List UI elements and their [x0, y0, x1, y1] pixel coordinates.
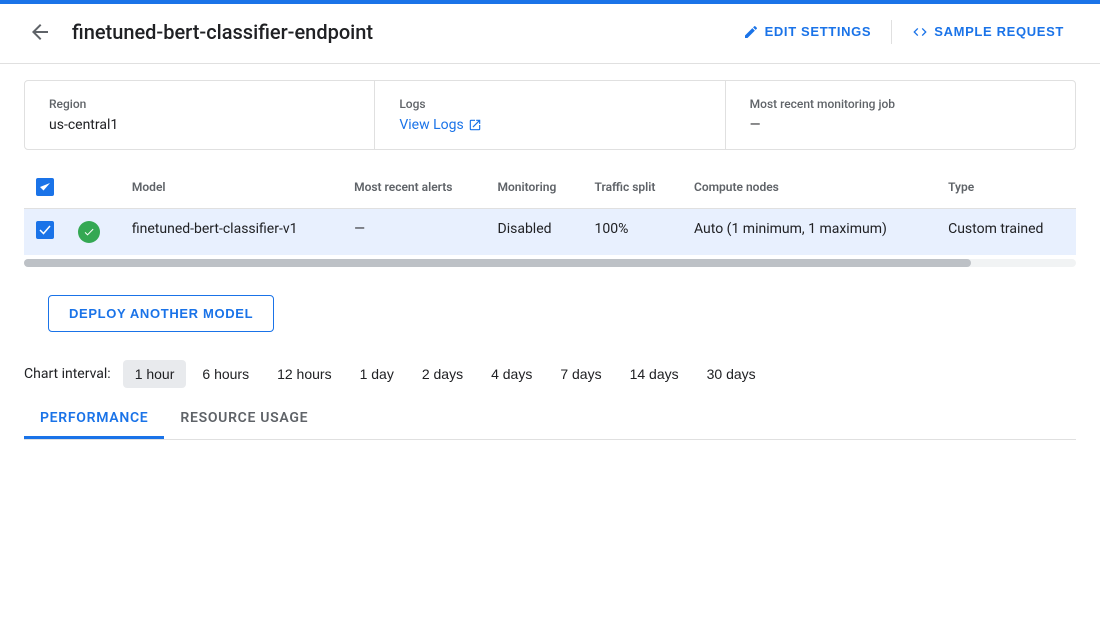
- logs-label: Logs: [399, 97, 700, 111]
- edit-settings-button[interactable]: EDIT SETTINGS: [731, 16, 884, 48]
- interval-14days-button[interactable]: 14 days: [618, 360, 691, 388]
- tab-resource-usage[interactable]: RESOURCE USAGE: [164, 400, 324, 439]
- divider: [891, 20, 892, 44]
- models-table: Model Most recent alerts Monitoring Traf…: [24, 166, 1076, 255]
- sample-request-label: SAMPLE REQUEST: [934, 24, 1064, 39]
- row-type-cell: Custom trained: [936, 209, 1076, 256]
- pencil-icon: [743, 24, 759, 40]
- chart-interval-row: Chart interval: 1 hour 6 hours 12 hours …: [24, 360, 1076, 388]
- back-button[interactable]: [24, 16, 56, 48]
- table-header-row: Model Most recent alerts Monitoring Traf…: [24, 166, 1076, 209]
- row-monitoring-cell: Disabled: [486, 209, 583, 256]
- row-status-cell: [66, 209, 120, 256]
- interval-30days-button[interactable]: 30 days: [695, 360, 768, 388]
- deploy-another-model-button[interactable]: DEPLOY ANOTHER MODEL: [48, 295, 274, 332]
- col-monitoring: Monitoring: [486, 166, 583, 209]
- monitoring-value: —: [750, 117, 1051, 133]
- view-logs-text: View Logs: [399, 117, 463, 133]
- view-logs-link[interactable]: View Logs: [399, 117, 700, 133]
- col-compute: Compute nodes: [682, 166, 936, 209]
- row-checkbox[interactable]: [36, 221, 54, 239]
- table-scrollbar[interactable]: [24, 259, 1076, 267]
- table-row: finetuned-bert-classifier-v1 — Disabled …: [24, 209, 1076, 256]
- info-section: Region us-central1 Logs View Logs Most r…: [24, 80, 1076, 150]
- row-alerts-cell: —: [342, 209, 485, 256]
- col-traffic: Traffic split: [583, 166, 682, 209]
- deploy-button-container: DEPLOY ANOTHER MODEL: [24, 279, 1076, 348]
- interval-6hours-button[interactable]: 6 hours: [190, 360, 261, 388]
- chart-interval-label: Chart interval:: [24, 366, 111, 382]
- monitoring-label: Most recent monitoring job: [750, 97, 1051, 111]
- logs-col: Logs View Logs: [375, 81, 725, 149]
- region-label: Region: [49, 97, 350, 111]
- row-compute-cell: Auto (1 minimum, 1 maximum): [682, 209, 936, 256]
- row-checkbox-cell: [24, 209, 66, 256]
- col-type: Type: [936, 166, 1076, 209]
- row-model-cell: finetuned-bert-classifier-v1: [120, 209, 342, 256]
- interval-1day-button[interactable]: 1 day: [348, 360, 406, 388]
- models-table-wrapper: Model Most recent alerts Monitoring Traf…: [24, 166, 1076, 255]
- interval-12hours-button[interactable]: 12 hours: [265, 360, 343, 388]
- page-title: finetuned-bert-classifier-endpoint: [72, 20, 715, 44]
- row-traffic-cell: 100%: [583, 209, 682, 256]
- sample-request-button[interactable]: SAMPLE REQUEST: [900, 16, 1076, 48]
- col-alerts: Most recent alerts: [342, 166, 485, 209]
- scroll-thumb: [24, 259, 971, 267]
- interval-1hour-button[interactable]: 1 hour: [123, 360, 187, 388]
- col-checkbox: [24, 166, 66, 209]
- col-model: Model: [120, 166, 342, 209]
- edit-settings-label: EDIT SETTINGS: [765, 24, 872, 39]
- region-value: us-central1: [49, 117, 350, 133]
- top-bar: finetuned-bert-classifier-endpoint EDIT …: [0, 0, 1100, 64]
- status-green-icon: [78, 221, 100, 243]
- code-icon: [912, 24, 928, 40]
- region-col: Region us-central1: [25, 81, 375, 149]
- col-status: [66, 166, 120, 209]
- top-bar-actions: EDIT SETTINGS SAMPLE REQUEST: [731, 16, 1076, 48]
- tabs-row: PERFORMANCE RESOURCE USAGE: [24, 400, 1076, 440]
- external-link-icon: [468, 118, 482, 132]
- tab-performance[interactable]: PERFORMANCE: [24, 400, 164, 439]
- select-all-checkbox[interactable]: [36, 178, 54, 196]
- interval-4days-button[interactable]: 4 days: [479, 360, 544, 388]
- interval-7days-button[interactable]: 7 days: [548, 360, 613, 388]
- monitoring-col: Most recent monitoring job —: [726, 81, 1075, 149]
- interval-2days-button[interactable]: 2 days: [410, 360, 475, 388]
